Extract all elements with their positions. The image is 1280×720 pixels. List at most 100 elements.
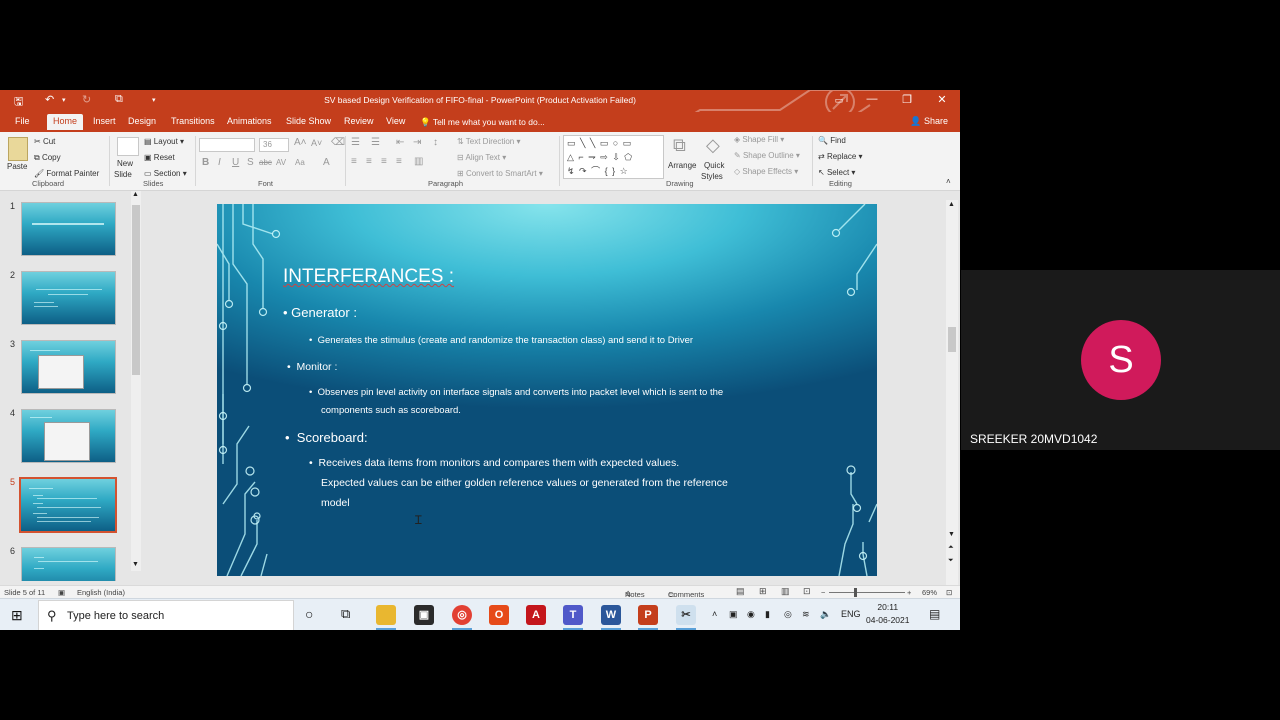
shrink-font-icon[interactable]: A˅: [311, 138, 322, 148]
justify-icon[interactable]: ≡: [396, 156, 402, 167]
numbering-icon[interactable]: ☰: [371, 137, 380, 148]
zoom-in-icon[interactable]: +: [907, 588, 911, 597]
task-view-icon[interactable]: ⧉: [341, 606, 350, 622]
decrease-indent-icon[interactable]: ⇤: [396, 137, 404, 148]
windows-start-icon[interactable]: ⊞: [11, 607, 23, 624]
shadow-icon[interactable]: S: [247, 157, 254, 168]
slide-sorter-icon[interactable]: ⊞: [759, 586, 767, 597]
microphone-icon[interactable]: ▮: [765, 609, 770, 620]
shape-fill-button[interactable]: ◈ Shape Fill ▾: [734, 135, 784, 144]
quick-styles-label-2[interactable]: Styles: [701, 172, 723, 181]
share-button[interactable]: 👤 Share: [910, 116, 948, 127]
bullet-scoreboard[interactable]: • Scoreboard:: [285, 430, 368, 445]
slideshow-view-icon[interactable]: ⊡: [803, 586, 811, 597]
convert-smartart-button[interactable]: ⊞ Convert to SmartArt ▾: [457, 169, 543, 178]
tab-home[interactable]: Home: [47, 114, 84, 130]
chrome-icon[interactable]: ◎: [452, 605, 472, 625]
slide-thumbnail-5[interactable]: [19, 477, 117, 533]
previous-slide-icon[interactable]: ⏶: [948, 544, 954, 552]
zoom-level[interactable]: 69%: [922, 588, 937, 597]
tab-view[interactable]: View: [386, 116, 405, 126]
format-painter-button[interactable]: 🖌 Format Painter: [34, 169, 99, 178]
scroll-up-icon[interactable]: ▲: [132, 191, 139, 198]
underline-icon[interactable]: U: [232, 157, 239, 168]
cut-button[interactable]: ✂ Cut: [34, 137, 55, 146]
slide-canvas[interactable]: INTERFERANCES : • Generator : • Generate…: [217, 204, 877, 576]
copy-button[interactable]: ⧉ Copy: [34, 153, 61, 163]
word-icon[interactable]: W: [601, 605, 621, 625]
clear-formatting-icon[interactable]: ⌫: [331, 137, 345, 148]
volume-icon[interactable]: 🔈: [820, 609, 831, 620]
tray-overflow-icon[interactable]: ˄: [712, 609, 717, 619]
shapes-gallery[interactable]: ▭ ╲ ╲ ▭ ○ ▭ △ ⌐ ⇁ ⇨ ⇩ ⬠ ↯ ↷ ⌒ { } ☆: [563, 135, 664, 179]
font-size-box[interactable]: 36: [259, 138, 289, 152]
char-spacing-icon[interactable]: AV: [276, 158, 286, 167]
acrobat-icon[interactable]: A: [526, 605, 546, 625]
arrange-icon[interactable]: ⧉: [673, 135, 686, 156]
scrollbar-thumb[interactable]: [132, 205, 140, 375]
bold-icon[interactable]: B: [202, 157, 209, 168]
quick-styles-label[interactable]: Quick: [704, 161, 724, 170]
quick-styles-icon[interactable]: ◇: [706, 135, 720, 156]
new-slide-label[interactable]: New: [117, 159, 133, 168]
tab-slide-show[interactable]: Slide Show: [286, 116, 331, 126]
scroll-down-icon[interactable]: ▼: [948, 531, 955, 538]
paste-label[interactable]: Paste: [7, 162, 27, 171]
tab-design[interactable]: Design: [128, 116, 156, 126]
slide-thumbnail-4[interactable]: [21, 409, 116, 463]
paste-icon[interactable]: [8, 137, 28, 161]
bullet-generator[interactable]: • Generator :: [283, 305, 357, 320]
line-spacing-icon[interactable]: ↕: [433, 137, 438, 148]
shape-outline-button[interactable]: ✎ Shape Outline ▾: [734, 151, 800, 160]
scrollbar-thumb[interactable]: [948, 327, 956, 352]
spellcheck-icon[interactable]: ▣: [58, 588, 65, 597]
tab-file[interactable]: File: [15, 116, 30, 126]
restore-button[interactable]: ❐: [897, 93, 917, 106]
strikethrough-icon[interactable]: abc: [259, 158, 272, 167]
normal-view-icon[interactable]: ▤: [736, 586, 745, 597]
tray-app-icon[interactable]: ◎: [784, 609, 792, 620]
slide-thumbnail-6[interactable]: [21, 547, 116, 581]
language-status[interactable]: English (India): [77, 588, 125, 597]
participant-tile[interactable]: S SREEKER 20MVD1042: [961, 270, 1280, 450]
taskbar-search-box[interactable]: ⚲ Type here to search: [38, 600, 294, 630]
zoom-out-icon[interactable]: −: [821, 588, 825, 597]
language-indicator[interactable]: ENG: [841, 609, 861, 619]
file-explorer-icon[interactable]: [376, 605, 396, 625]
slide-scrollbar[interactable]: ▲ ▼ ⏶ ⏷: [946, 200, 958, 585]
close-button[interactable]: ✕: [932, 93, 952, 106]
bullet-generator-detail[interactable]: • Generates the stimulus (create and ran…: [309, 335, 693, 346]
powerpoint-icon[interactable]: P: [638, 605, 658, 625]
grow-font-icon[interactable]: A˄: [294, 137, 307, 148]
snipping-tool-icon[interactable]: ✂: [676, 605, 696, 625]
bullet-monitor[interactable]: • Monitor :: [287, 361, 337, 373]
align-center-icon[interactable]: ≡: [366, 156, 372, 167]
new-slide-label-2[interactable]: Slide: [114, 170, 132, 179]
slide-thumbnail-2[interactable]: [21, 271, 116, 325]
align-left-icon[interactable]: ≡: [351, 156, 357, 167]
ribbon-display-options-icon[interactable]: ▭: [829, 95, 849, 106]
wifi-icon[interactable]: ≋: [802, 609, 810, 620]
slide-title[interactable]: INTERFERANCES :: [283, 266, 454, 288]
find-button[interactable]: 🔍 Find: [818, 136, 846, 145]
align-right-icon[interactable]: ≡: [381, 156, 387, 167]
tray-app-icon[interactable]: ◉: [747, 609, 755, 620]
thumbnail-scrollbar[interactable]: ▲ ▼: [131, 191, 141, 571]
teams-icon[interactable]: T: [563, 605, 583, 625]
tab-transitions[interactable]: Transitions: [171, 116, 215, 126]
text-direction-button[interactable]: ⇅ Text Direction ▾: [457, 137, 521, 146]
increase-indent-icon[interactable]: ⇥: [413, 137, 421, 148]
zoom-slider[interactable]: [829, 592, 905, 593]
minimize-button[interactable]: —: [862, 93, 882, 105]
fit-slide-icon[interactable]: ⊡: [946, 588, 952, 597]
font-color-icon[interactable]: A: [323, 157, 330, 168]
zoom-slider-thumb[interactable]: [854, 588, 857, 597]
italic-icon[interactable]: I: [218, 157, 221, 168]
slide-thumbnail-3[interactable]: [21, 340, 116, 394]
tray-app-icon[interactable]: ▣: [729, 609, 738, 620]
new-slide-icon[interactable]: [117, 137, 139, 156]
notifications-icon[interactable]: ▤: [929, 607, 940, 621]
tab-animations[interactable]: Animations: [227, 116, 272, 126]
bullet-monitor-detail[interactable]: • Observes pin level activity on interfa…: [309, 387, 723, 398]
bullets-icon[interactable]: ☰: [351, 137, 360, 148]
